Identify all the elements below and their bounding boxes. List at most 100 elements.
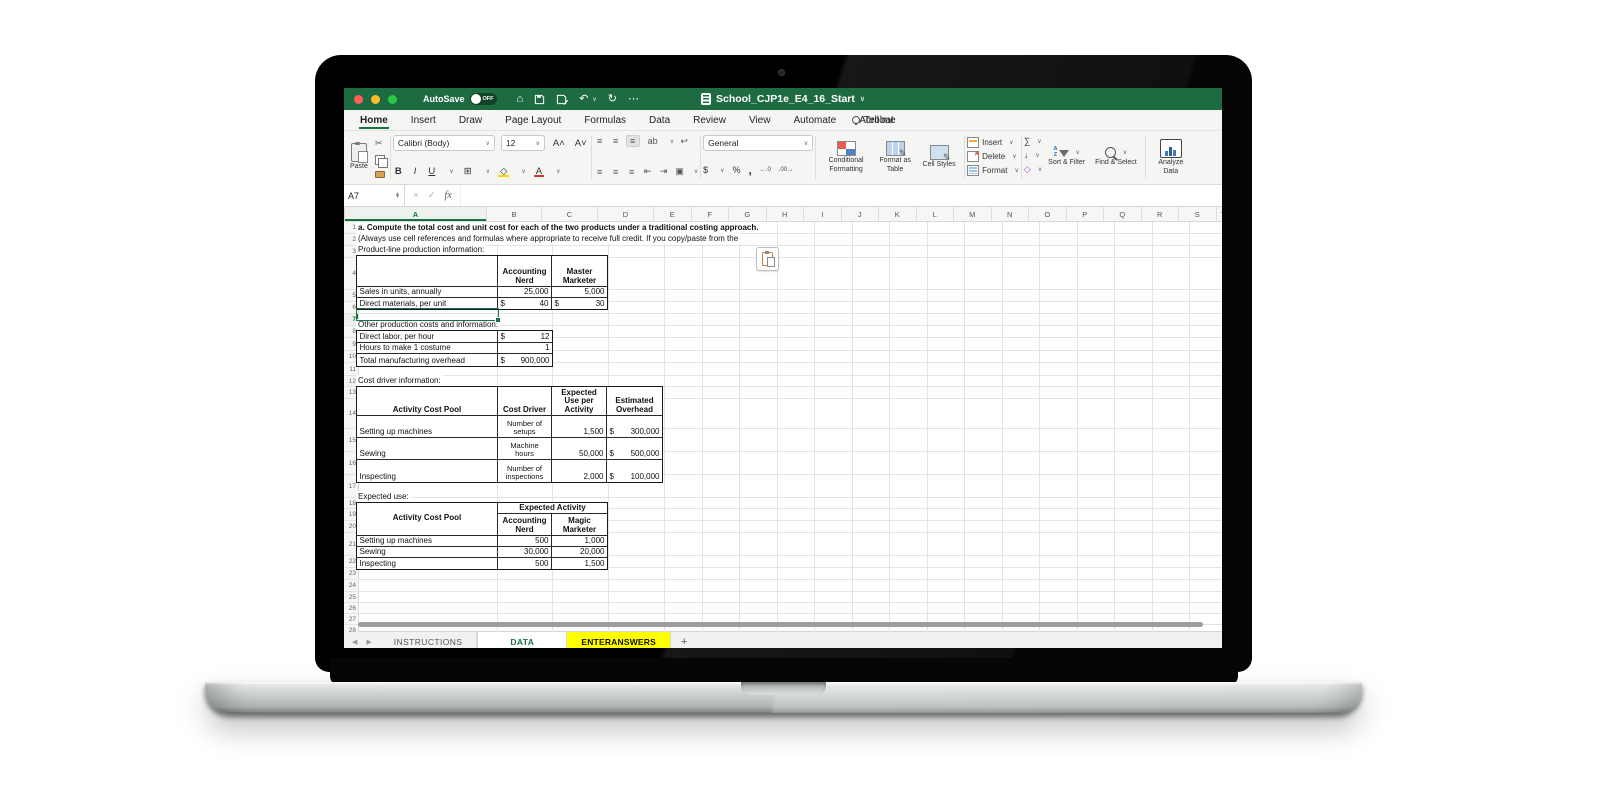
align-center-icon[interactable]: ≡ (610, 167, 622, 177)
t3-sewing-overhead[interactable]: $500,000 (607, 438, 662, 460)
font-color-caret-icon[interactable]: ∨ (556, 168, 560, 175)
cut-icon[interactable]: ✂ (375, 138, 385, 149)
cell-styles-button[interactable]: Cell Styles (919, 143, 959, 171)
t2-hours-value[interactable]: 1 (498, 343, 552, 354)
t3-setup-use[interactable]: 1,500 (552, 416, 607, 438)
t3-label-setup[interactable]: Setting up machines (357, 416, 498, 438)
row-header[interactable]: 24 (344, 580, 359, 591)
menu-tab[interactable]: Draw (458, 112, 483, 129)
autosave-switch[interactable]: OFF (470, 93, 497, 105)
align-top-icon[interactable]: ≡ (594, 136, 606, 146)
confirm-entry-icon[interactable]: ✓ (428, 190, 436, 201)
column-header[interactable]: K (879, 207, 917, 221)
column-header[interactable]: L (917, 207, 955, 221)
t3-header-overhead[interactable]: Estimated Overhead (607, 387, 662, 416)
t1-header-accounting-nerd[interactable]: Accounting Nerd (498, 256, 552, 287)
menu-tab[interactable]: Formulas (583, 112, 627, 129)
column-header[interactable]: M (954, 207, 992, 221)
fill-caret-icon[interactable]: ∨ (1035, 152, 1039, 159)
shrink-font-icon[interactable]: A˅ (573, 138, 589, 149)
orientation-icon[interactable]: ab (644, 136, 662, 146)
find-select-button[interactable]: ∨ Find & Select (1092, 145, 1140, 169)
next-sheet-icon[interactable]: ▶ (366, 638, 371, 646)
row-header[interactable]: 25 (344, 592, 359, 602)
t3-header-expected-use[interactable]: Expected Use per Activity (552, 387, 607, 416)
increase-indent-icon[interactable]: ⇥ (658, 166, 670, 177)
insert-cells-button[interactable]: Insert ∨ (967, 136, 1019, 148)
t3-inspecting-overhead[interactable]: $100,000 (607, 460, 662, 482)
column-header[interactable]: H (767, 207, 805, 221)
column-header[interactable]: G (729, 207, 767, 221)
column-header[interactable]: I (804, 207, 842, 221)
format-cells-button[interactable]: Format ∨ (967, 164, 1019, 176)
minimize-button[interactable] (371, 95, 380, 104)
t3-inspecting-driver[interactable]: Number of inspections (498, 460, 552, 482)
t4-sewing-nerd[interactable]: 30,000 (498, 547, 552, 558)
orientation-caret-icon[interactable]: ∨ (670, 138, 674, 145)
column-header[interactable]: B (487, 207, 542, 221)
autosum-caret-icon[interactable]: ∨ (1037, 138, 1041, 145)
column-header[interactable]: S (1179, 207, 1217, 221)
t4-header-marketer[interactable]: Magic Marketer (552, 514, 607, 536)
menu-tab[interactable]: Review (692, 112, 727, 129)
t4-merged-header[interactable]: Expected Activity (498, 503, 607, 514)
cell-a13[interactable]: Cost driver information: (356, 375, 443, 386)
document-title[interactable]: School_CJP1e_E4_16_Start (716, 93, 855, 105)
paste-button[interactable]: Paste (347, 141, 371, 173)
sheet-tab-enteranswers[interactable]: ENTERANSWERS (567, 632, 671, 648)
home-icon[interactable]: ⌂ (517, 94, 524, 105)
merge-center-icon[interactable]: ▣ (674, 166, 686, 177)
tell-me-tab[interactable]: Tell me (852, 110, 896, 130)
undo-caret-icon[interactable]: ∨ (592, 96, 596, 103)
t3-header-driver[interactable]: Cost Driver (498, 387, 552, 416)
column-header[interactable]: N (992, 207, 1030, 221)
row-header[interactable]: 26 (344, 603, 359, 613)
delete-cells-button[interactable]: Delete ∨ (967, 150, 1019, 162)
expected-activity-table[interactable]: Activity Cost Pool Expected Activity Acc… (356, 502, 608, 570)
font-name-select[interactable]: Calibri (Body)∨ (393, 135, 495, 151)
column-header[interactable]: A (345, 207, 487, 221)
merge-caret-icon[interactable]: ∨ (694, 168, 698, 175)
fill-icon[interactable]: ↓ (1024, 150, 1029, 160)
grid-body[interactable]: 1234567891011121314151617181920212223242… (344, 222, 1222, 632)
cell-a19[interactable]: Expected use: (356, 491, 411, 502)
row-header[interactable]: 27 (344, 614, 359, 624)
sheet-tab-data[interactable]: DATA (477, 632, 567, 648)
align-right-icon[interactable]: ≡ (626, 167, 638, 177)
column-header[interactable]: C (542, 207, 598, 221)
t1-label-sales[interactable]: Sales in units, annually (357, 287, 498, 298)
currency-format-icon[interactable]: $ (703, 165, 708, 175)
zoom-button[interactable] (388, 95, 397, 104)
t2-label-hours[interactable]: Hours to make 1 costume (357, 343, 498, 354)
column-header[interactable]: E (654, 207, 692, 221)
t4-label-inspecting[interactable]: Inspecting (357, 558, 498, 569)
italic-button[interactable]: I (412, 166, 419, 177)
format-as-table-button[interactable]: Format as Table (873, 139, 917, 175)
name-box[interactable]: A7 ▲▼ (344, 185, 405, 206)
save-icon[interactable] (534, 94, 545, 105)
underline-caret-icon[interactable]: ∨ (449, 168, 453, 175)
t4-setup-nerd[interactable]: 500 (498, 536, 552, 547)
fill-color-caret-icon[interactable]: ∨ (521, 168, 525, 175)
percent-format-icon[interactable]: % (733, 165, 741, 175)
copy-icon[interactable] (375, 155, 385, 165)
increase-decimal-icon[interactable]: ←.0 (760, 167, 771, 173)
close-button[interactable] (354, 95, 363, 104)
cell-a3[interactable]: Product-line production information: (356, 244, 486, 255)
t4-header-nerd[interactable]: Accounting Nerd (498, 514, 552, 536)
t4-header-pool[interactable]: Activity Cost Pool (357, 503, 498, 536)
cell-a2[interactable]: (Always use cell references and formulas… (356, 233, 740, 244)
selected-cell-a7[interactable] (356, 308, 499, 321)
t2-overhead-value[interactable]: $900,000 (498, 354, 552, 366)
t3-label-sewing[interactable]: Sewing (357, 438, 498, 460)
cancel-entry-icon[interactable]: × (413, 190, 419, 201)
t4-label-sewing[interactable]: Sewing (357, 547, 498, 558)
number-format-select[interactable]: General∨ (703, 135, 813, 151)
font-size-select[interactable]: 12∨ (501, 135, 545, 151)
row-header[interactable]: 28 (344, 625, 359, 632)
decrease-decimal-icon[interactable]: .00→ (779, 167, 793, 173)
decrease-indent-icon[interactable]: ⇤ (642, 166, 654, 177)
t3-header-pool[interactable]: Activity Cost Pool (357, 387, 498, 416)
production-table[interactable]: Accounting Nerd Master Marketer Sales in… (356, 255, 608, 310)
undo-icon[interactable]: ↶ (579, 94, 588, 105)
